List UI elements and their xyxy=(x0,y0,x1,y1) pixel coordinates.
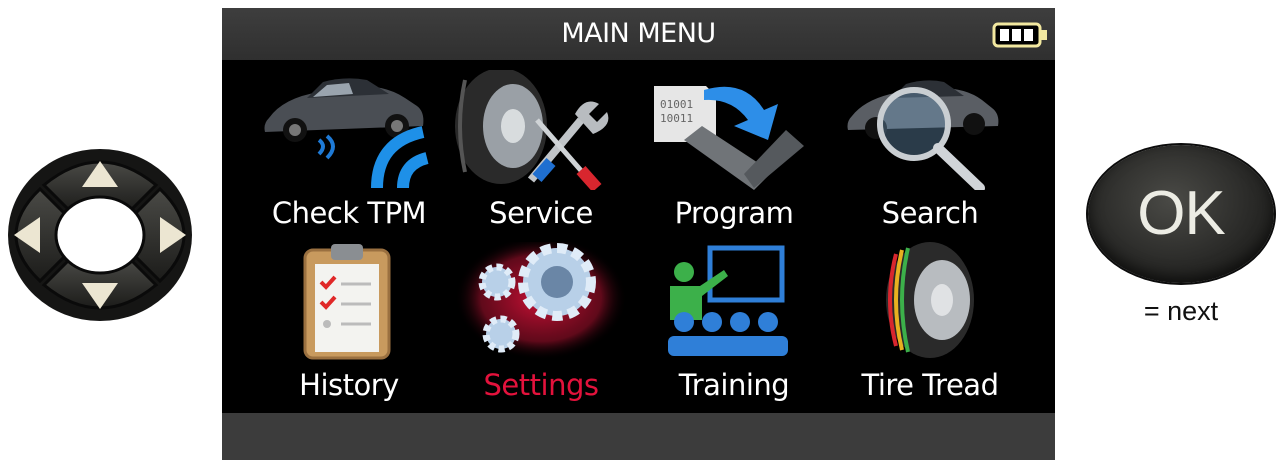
menu-item-settings[interactable]: Settings xyxy=(441,242,641,407)
menu-item-check-tpm[interactable]: Check TPM xyxy=(249,70,449,235)
ok-caption: = next xyxy=(1143,296,1219,326)
directional-pad[interactable] xyxy=(4,147,196,323)
classroom-icon xyxy=(668,245,788,356)
menu-item-label: Tire Tread xyxy=(861,368,999,402)
svg-text:01001: 01001 xyxy=(660,98,693,111)
battery-full-icon xyxy=(992,22,1047,48)
menu-item-program[interactable]: 01001 10011 Program xyxy=(634,70,834,235)
title-bar: MAIN MENU xyxy=(222,8,1055,60)
ok-button-label: OK xyxy=(1137,179,1226,248)
tire-tread-icon xyxy=(886,242,974,358)
page-title: MAIN MENU xyxy=(561,18,716,49)
ok-control: OK = next xyxy=(1084,141,1277,341)
menu-item-history[interactable]: History xyxy=(249,242,449,407)
svg-text:10011: 10011 xyxy=(660,112,693,125)
menu-item-label: Search xyxy=(881,196,979,230)
menu-item-search[interactable]: Search xyxy=(830,70,1030,235)
ok-button[interactable]: OK xyxy=(1088,145,1274,283)
device-screen: MAIN MENU Check TPM Service 01001 10011 … xyxy=(222,8,1055,460)
status-bar xyxy=(222,413,1055,460)
tire-tools-icon xyxy=(455,70,609,190)
directional-pad-icon xyxy=(8,149,192,321)
menu-item-service[interactable]: Service xyxy=(441,70,641,235)
menu-item-tire-tread[interactable]: Tire Tread xyxy=(830,242,1030,407)
car-magnifier-icon xyxy=(847,80,999,190)
menu-item-training[interactable]: Training xyxy=(634,242,834,407)
car-tpms-signal-icon xyxy=(264,78,429,189)
gears-icon xyxy=(455,242,627,360)
clipboard-checklist-icon xyxy=(303,244,391,360)
sensor-program-icon: 01001 10011 xyxy=(654,86,804,190)
